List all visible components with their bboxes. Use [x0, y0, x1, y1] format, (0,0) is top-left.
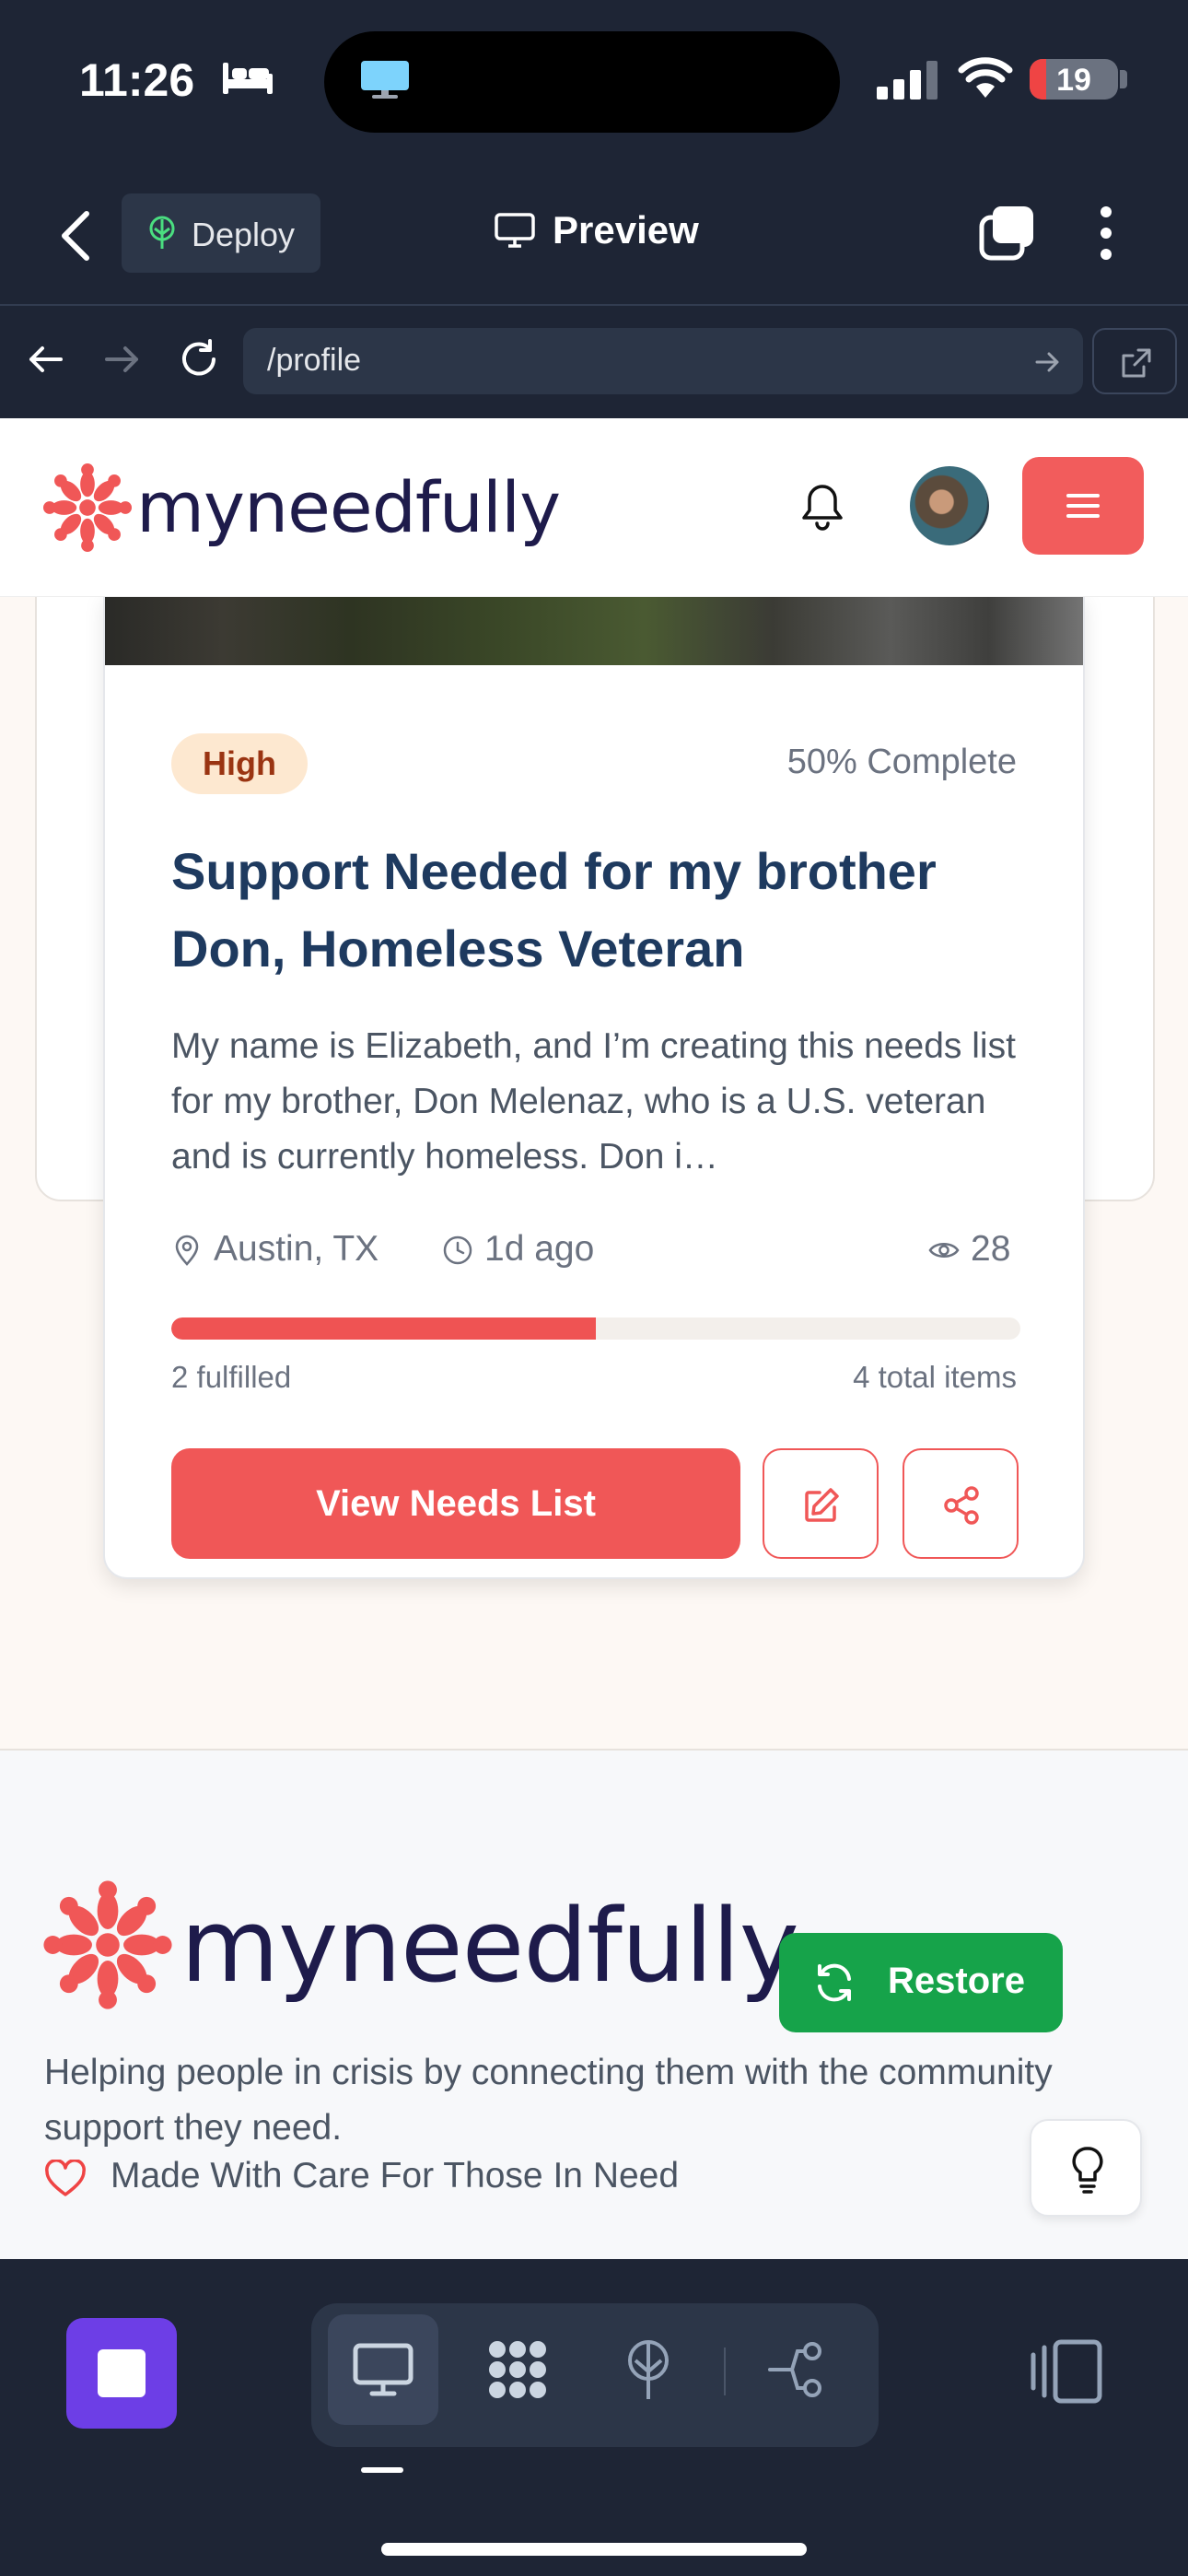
- footer-tagline: Helping people in crisis by connecting t…: [44, 2053, 1053, 2148]
- clock-icon: [443, 1235, 472, 1265]
- location-text: Austin, TX: [214, 1229, 379, 1269]
- arrow-right-icon[interactable]: [99, 337, 144, 381]
- avatar[interactable]: [910, 466, 989, 545]
- url-text: /profile: [267, 343, 362, 378]
- share-icon: [944, 1486, 979, 1525]
- refresh-icon: [818, 1963, 851, 2002]
- stop-icon: [98, 2349, 146, 2397]
- tool-deploy[interactable]: [593, 2314, 704, 2425]
- deploy-button[interactable]: Deploy: [122, 193, 320, 273]
- deploy-tree-icon: [628, 2340, 669, 2399]
- tool-switcher: [311, 2303, 879, 2447]
- lightbulb-icon: [1072, 2147, 1103, 2194]
- needs-list-photo: [105, 595, 1083, 665]
- restore-button[interactable]: Restore: [779, 1933, 1063, 2032]
- deploy-label: Deploy: [192, 216, 296, 253]
- signal-icon: [877, 61, 938, 100]
- status-time: 11:26: [79, 54, 195, 106]
- stop-button[interactable]: [66, 2318, 177, 2429]
- needs-list-title[interactable]: Support Needed for my brother Don, Homel…: [171, 833, 1037, 988]
- view-count-text: 28: [971, 1229, 1011, 1269]
- panels-icon[interactable]: [1028, 2335, 1105, 2408]
- needs-list-card: High 50% Complete Support Needed for my …: [103, 593, 1085, 1579]
- back-chevron-icon[interactable]: [59, 210, 92, 262]
- web-page: myneedfully High 50% Complete Support Ne…: [0, 418, 1188, 2259]
- progress-bar: [171, 1317, 1020, 1340]
- battery-icon: 19: [1030, 59, 1118, 100]
- desktop-icon: [353, 2343, 413, 2396]
- menu-button[interactable]: [1022, 457, 1144, 555]
- status-bar: 11:26 19: [0, 0, 1188, 166]
- eye-icon: [928, 1243, 960, 1258]
- tool-git[interactable]: [742, 2314, 853, 2425]
- tool-separator: [724, 2348, 726, 2395]
- fulfilled-count: 2 fulfilled: [171, 1360, 292, 1394]
- battery-tip: [1120, 70, 1127, 88]
- logo-mark-icon: [43, 1880, 172, 2009]
- edit-icon: [805, 1488, 839, 1522]
- footer-logo-text: myneedfully: [181, 1887, 799, 2005]
- menu-icon: [1066, 494, 1100, 498]
- restore-label: Restore: [888, 1961, 1025, 2001]
- preview-monitor-icon: [495, 213, 535, 248]
- go-arrow-icon[interactable]: [1033, 348, 1061, 376]
- open-external-button[interactable]: [1092, 328, 1177, 394]
- workspace-toolbar: [0, 2259, 1188, 2576]
- view-needs-list-button[interactable]: View Needs List: [171, 1448, 740, 1559]
- logo-text: myneedfully: [136, 466, 561, 548]
- active-tool-indicator: [361, 2467, 403, 2473]
- preview-label: Preview: [553, 208, 699, 252]
- tool-grid[interactable]: [462, 2314, 573, 2425]
- arrow-left-icon[interactable]: [24, 337, 68, 381]
- bell-icon[interactable]: [799, 481, 845, 531]
- grid-icon: [489, 2341, 546, 2398]
- posted-time-text: 1d ago: [484, 1229, 595, 1269]
- preview-url-bar: /profile: [0, 304, 1188, 418]
- progress-fill: [171, 1317, 596, 1340]
- location-pin-icon: [175, 1235, 199, 1266]
- menu-icon-line: [1066, 514, 1100, 518]
- reload-icon[interactable]: [177, 337, 221, 381]
- priority-badge: High: [171, 733, 308, 794]
- bed-icon: [223, 63, 273, 94]
- app-top-nav: Deploy Preview: [0, 166, 1188, 304]
- battery-level: 19: [1056, 63, 1091, 98]
- home-indicator: [381, 2543, 807, 2556]
- site-header: myneedfully: [0, 418, 1188, 597]
- menu-icon-line: [1066, 504, 1100, 508]
- total-items: 4 total items: [853, 1360, 1017, 1394]
- external-link-icon: [1122, 348, 1151, 378]
- tabs-icon[interactable]: [978, 205, 1035, 262]
- url-input[interactable]: /profile: [243, 328, 1083, 394]
- heart-icon: [45, 2160, 86, 2196]
- git-icon: [768, 2342, 821, 2397]
- needs-list-description: My name is Elizabeth, and I’m creating t…: [171, 1026, 1016, 1177]
- made-with-care-text: Made With Care For Those In Need: [111, 2156, 680, 2195]
- tool-preview[interactable]: [328, 2314, 438, 2425]
- wifi-icon: [958, 57, 1013, 98]
- more-icon[interactable]: [1092, 205, 1120, 262]
- hint-button[interactable]: [1030, 2119, 1142, 2217]
- completion-text: 50% Complete: [786, 743, 1017, 781]
- monitor-icon: [361, 61, 409, 99]
- share-button[interactable]: [903, 1448, 1019, 1559]
- deploy-icon: [149, 216, 175, 249]
- logo-mark-icon: [42, 463, 133, 553]
- edit-button[interactable]: [763, 1448, 879, 1559]
